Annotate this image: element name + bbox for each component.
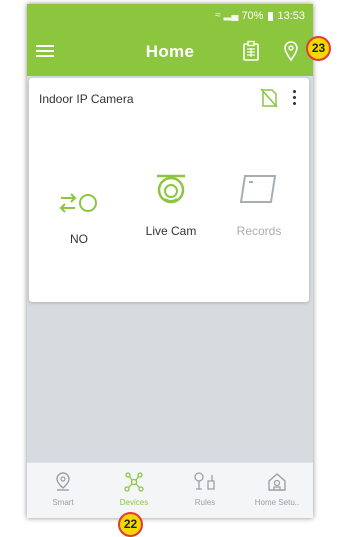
live-cam-action-label: Live Cam [145,224,197,238]
device-name: Indoor IP Camera [39,92,134,106]
app-bar: Home [27,28,313,76]
tab-devices-label: Devices [119,498,149,507]
tab-rules[interactable]: Rules [169,463,241,518]
live-cam-action-button[interactable]: Live Cam [131,170,211,238]
tab-smart-label: Smart [52,498,74,507]
switch-icon [59,193,97,213]
status-bar: ≈ ▂▄ 70% 13:53 [27,4,313,28]
records-icon [239,175,277,203]
page-title: Home [145,42,195,61]
tab-devices[interactable]: Devices [98,463,170,518]
battery-percent: 70% [241,10,264,22]
more-options-icon[interactable] [287,87,301,109]
clock: 13:53 [277,10,305,22]
callout-badge: 23 [306,36,331,61]
location-pin-icon[interactable] [282,40,304,64]
tab-home-setup-label: Home Setu.. [254,498,300,507]
smart-icon [56,472,70,491]
devices-icon [124,472,144,492]
home-setup-icon [268,473,286,491]
phone-screen: ≈ ▂▄ 70% 13:53 Home Indoor IP Camera NO … [27,4,313,518]
switch-action-label: NO [70,232,88,246]
sd-card-icon [259,87,279,109]
device-card[interactable]: Indoor IP Camera NO Live Cam Records [29,78,309,302]
tab-rules-label: Rules [194,498,216,507]
signal-icon: ▂▄ [223,10,239,21]
switch-action-button[interactable]: NO [39,188,119,246]
wifi-icon: ≈ [215,10,221,21]
battery-icon [268,11,274,21]
bottom-tab-bar: Smart Devices Rules Home Setu.. [27,462,313,518]
camera-icon [157,174,185,204]
rules-icon [194,472,215,490]
tab-home-setup[interactable]: Home Setu.. [241,463,313,518]
callout-badge: 22 [118,512,143,537]
records-action-button[interactable]: Records [219,170,299,238]
records-action-label: Records [236,224,282,238]
calendar-icon[interactable] [242,40,264,64]
tab-smart[interactable]: Smart [27,463,99,518]
